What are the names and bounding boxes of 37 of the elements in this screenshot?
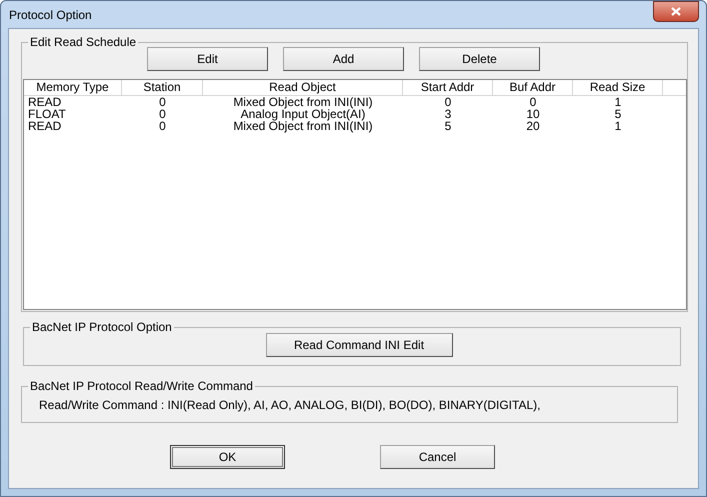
table-cell-text: Mixed Object from INI(INI) (232, 120, 374, 132)
window-title: Protocol Option (8, 8, 92, 22)
column-header[interactable]: Read Object (203, 80, 403, 95)
table-cell-text: 0 (158, 96, 167, 108)
table-cell-text: Analog Input Object(AI) (240, 108, 366, 120)
table-cell-text: READ (27, 96, 62, 108)
table-cell-text: 3 (444, 108, 452, 120)
table-cell-text: 0 (444, 96, 452, 108)
table-cell-text: 0 (158, 120, 167, 132)
schedule-button[interactable]: Add (283, 47, 404, 71)
schedule-button[interactable]: Edit (147, 47, 268, 71)
table-cell-text: 1 (614, 120, 622, 132)
column-header[interactable]: Read Size (573, 80, 663, 95)
close-button[interactable] (653, 1, 699, 22)
table-cell-text: 0 (528, 96, 538, 108)
dialog-button[interactable]: Cancel (380, 445, 495, 469)
table-cell-text: READ (27, 120, 62, 132)
command-text: Read/Write Command : INI(Read Only), AI, AO, ANALOG, BI(DI), BO(DO), BINARY(DIGITAL), (38, 397, 542, 412)
group-title: BacNet IP Protocol Option (31, 320, 173, 334)
group-title: BacNet IP Protocol Read/Write Command (29, 379, 254, 393)
table-cell-text: Mixed Object from INI(INI) (232, 96, 374, 108)
read-command-button[interactable]: Read Command INI Edit (266, 333, 452, 357)
table-cell-text: 0 (158, 108, 167, 120)
close-icon (671, 7, 681, 16)
table-cell-text: 5 (614, 108, 622, 120)
column-header[interactable]: Buf Addr (493, 80, 573, 95)
dialog-button[interactable]: OK (170, 445, 285, 469)
group-title: Edit Read Schedule (29, 35, 138, 49)
table-cell-text: 1 (614, 96, 622, 108)
table-cell-text: FLOAT (27, 108, 67, 120)
table-cell-text: 20 (525, 120, 541, 132)
table-cell-text: 10 (525, 108, 541, 120)
column-header[interactable]: Start Addr (403, 80, 493, 95)
schedule-button[interactable]: Delete (419, 47, 540, 71)
table-cell-text: 5 (444, 120, 452, 132)
column-header[interactable]: Memory Type (24, 80, 122, 95)
column-header[interactable]: Station (122, 80, 203, 95)
